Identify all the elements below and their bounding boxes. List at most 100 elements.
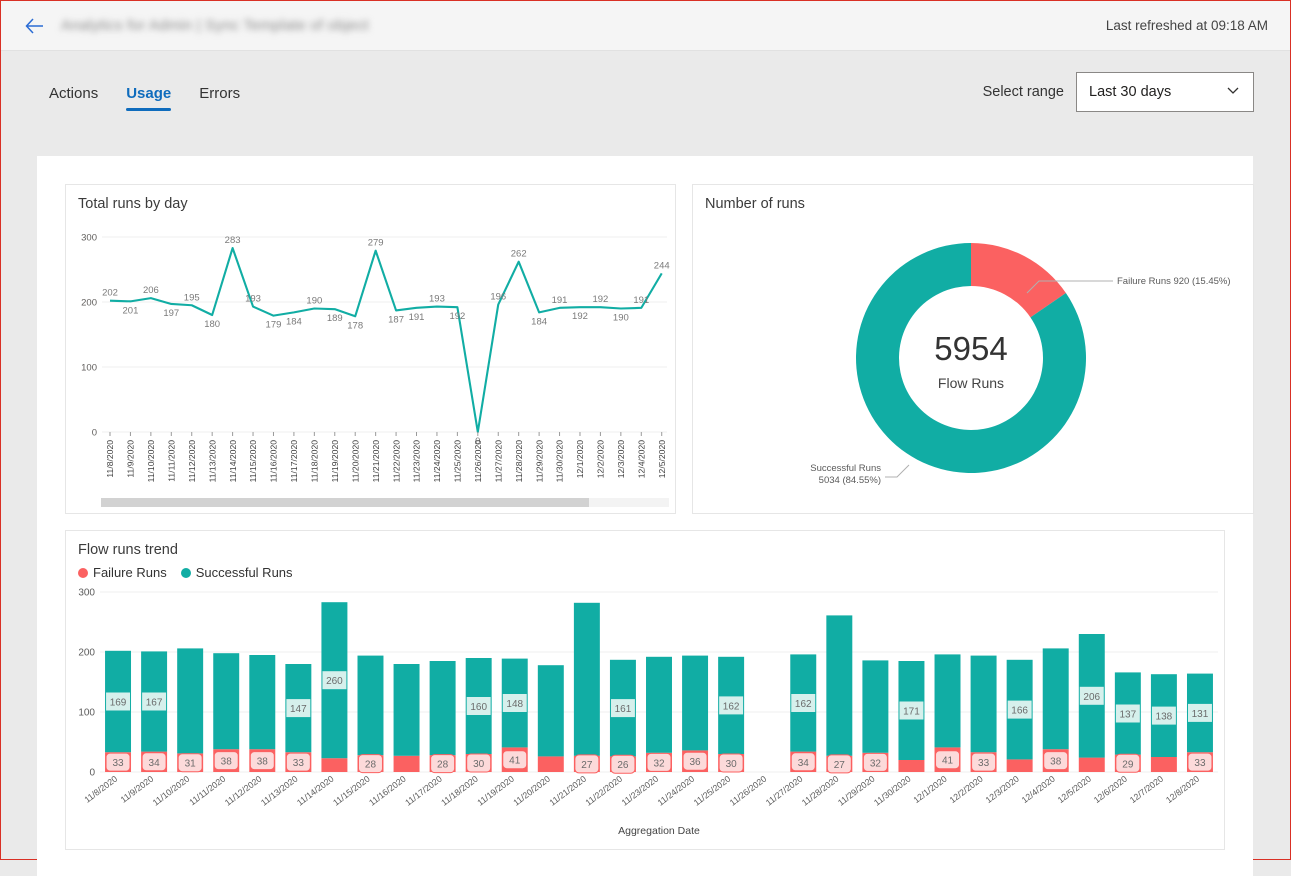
svg-text:38: 38 xyxy=(1050,757,1062,768)
svg-text:137: 137 xyxy=(1119,710,1136,721)
svg-text:184: 184 xyxy=(286,317,302,328)
svg-text:100: 100 xyxy=(81,363,97,374)
svg-text:33: 33 xyxy=(1194,758,1206,769)
tab-list: Actions Usage Errors xyxy=(37,69,252,115)
line-chart-svg[interactable]: 0 100 200 300 202 201 206 197 195 180 283 193 179 184… xyxy=(66,217,675,512)
number-of-runs-card: Number of runs 5954 Flow Runs Failure Runs… xyxy=(692,184,1254,514)
svg-text:187: 187 xyxy=(388,315,404,326)
tabs-row: Actions Usage Errors Select range Last 3… xyxy=(1,51,1290,133)
svg-text:11/14/2020: 11/14/2020 xyxy=(228,440,238,483)
svg-text:11/24/2020: 11/24/2020 xyxy=(432,440,442,483)
donut-chart-title: Number of runs xyxy=(705,196,805,212)
svg-text:11/19/2020: 11/19/2020 xyxy=(475,774,516,808)
svg-text:31: 31 xyxy=(185,759,197,770)
svg-text:11/10/2020: 11/10/2020 xyxy=(151,774,192,808)
svg-text:12/8/2020: 12/8/2020 xyxy=(1164,774,1201,806)
svg-text:131: 131 xyxy=(1192,709,1209,720)
svg-text:169: 169 xyxy=(110,698,127,709)
svg-text:38: 38 xyxy=(257,757,269,768)
svg-text:162: 162 xyxy=(723,702,740,713)
svg-text:12/2/2020: 12/2/2020 xyxy=(948,774,985,806)
svg-text:33: 33 xyxy=(293,758,305,769)
svg-text:160: 160 xyxy=(470,702,487,713)
svg-text:11/17/2020: 11/17/2020 xyxy=(289,440,299,483)
svg-text:197: 197 xyxy=(163,308,179,319)
svg-text:41: 41 xyxy=(509,756,521,767)
svg-text:12/7/2020: 12/7/2020 xyxy=(1128,774,1165,806)
svg-text:11/16/2020: 11/16/2020 xyxy=(367,774,408,808)
legend-item-successful[interactable]: Successful Runs xyxy=(180,565,293,581)
svg-text:11/27/2020: 11/27/2020 xyxy=(764,774,805,808)
svg-text:147: 147 xyxy=(290,704,307,715)
svg-text:27: 27 xyxy=(834,760,846,771)
svg-text:11/21/2020: 11/21/2020 xyxy=(547,774,588,808)
svg-text:190: 190 xyxy=(613,313,629,324)
svg-text:Aggregation Date: Aggregation Date xyxy=(618,825,700,837)
svg-text:11/23/2020: 11/23/2020 xyxy=(412,440,422,483)
svg-text:5034 (84.55%): 5034 (84.55%) xyxy=(819,475,881,486)
svg-text:12/3/2020: 12/3/2020 xyxy=(984,774,1021,806)
svg-text:279: 279 xyxy=(368,238,384,249)
svg-text:192: 192 xyxy=(572,312,588,323)
range-dropdown[interactable]: Last 30 days xyxy=(1076,72,1254,112)
svg-text:11/21/2020: 11/21/2020 xyxy=(371,440,381,483)
tab-errors[interactable]: Errors xyxy=(187,86,252,115)
range-picker: Select range Last 30 days xyxy=(983,72,1254,112)
select-range-label: Select range xyxy=(982,84,1064,100)
svg-text:11/8/2020: 11/8/2020 xyxy=(105,440,115,478)
svg-text:192: 192 xyxy=(449,312,465,323)
svg-text:202: 202 xyxy=(102,288,118,299)
donut-chart-svg[interactable]: 5954 Flow Runs Failure Runs 920 (15.45%) Su… xyxy=(693,213,1253,513)
svg-text:Flow Runs: Flow Runs xyxy=(938,375,1004,391)
svg-text:11/16/2020: 11/16/2020 xyxy=(269,440,279,483)
svg-text:206: 206 xyxy=(1083,692,1100,703)
svg-text:0: 0 xyxy=(92,428,97,439)
svg-text:11/29/2020: 11/29/2020 xyxy=(836,774,877,808)
svg-text:100: 100 xyxy=(78,708,95,719)
svg-text:262: 262 xyxy=(511,249,527,260)
svg-text:11/18/2020: 11/18/2020 xyxy=(439,774,480,808)
svg-text:200: 200 xyxy=(81,298,97,309)
svg-text:12/1/2020: 12/1/2020 xyxy=(911,774,948,806)
svg-text:189: 189 xyxy=(327,314,343,325)
svg-text:34: 34 xyxy=(798,758,810,769)
svg-text:200: 200 xyxy=(78,648,95,659)
svg-text:11/19/2020: 11/19/2020 xyxy=(330,440,340,483)
svg-text:11/23/2020: 11/23/2020 xyxy=(620,774,661,808)
svg-text:11/13/2020: 11/13/2020 xyxy=(259,774,300,808)
top-bar: Analytics for Admin | Sync Template of o… xyxy=(1,1,1290,51)
svg-text:11/22/2020: 11/22/2020 xyxy=(583,774,624,808)
tab-actions[interactable]: Actions xyxy=(37,86,110,115)
svg-text:28: 28 xyxy=(437,760,449,771)
svg-text:300: 300 xyxy=(81,233,97,244)
svg-text:12/4/2020: 12/4/2020 xyxy=(636,440,646,478)
svg-text:191: 191 xyxy=(552,295,568,306)
svg-text:11/15/2020: 11/15/2020 xyxy=(331,774,372,808)
svg-text:11/20/2020: 11/20/2020 xyxy=(350,440,360,483)
svg-text:11/15/2020: 11/15/2020 xyxy=(248,440,258,483)
svg-text:11/26/2020: 11/26/2020 xyxy=(728,774,769,808)
svg-text:171: 171 xyxy=(903,707,920,718)
legend-item-failure[interactable]: Failure Runs xyxy=(78,565,167,580)
svg-text:148: 148 xyxy=(506,699,523,710)
svg-text:11/9/2020: 11/9/2020 xyxy=(126,440,136,478)
svg-text:11/30/2020: 11/30/2020 xyxy=(872,774,913,808)
svg-text:190: 190 xyxy=(306,296,322,307)
line-chart-scrollbar[interactable] xyxy=(101,498,669,507)
svg-text:191: 191 xyxy=(409,312,425,323)
svg-text:11/28/2020: 11/28/2020 xyxy=(800,774,841,808)
legend-swatch-failure xyxy=(78,567,88,578)
chevron-down-icon xyxy=(1225,82,1241,102)
svg-text:11/24/2020: 11/24/2020 xyxy=(656,774,697,808)
svg-text:196: 196 xyxy=(490,292,506,303)
svg-text:260: 260 xyxy=(326,677,343,688)
tab-usage[interactable]: Usage xyxy=(114,86,183,115)
legend-label-successful: Successful Runs xyxy=(195,565,293,581)
scrollbar-thumb[interactable] xyxy=(101,498,590,507)
svg-text:162: 162 xyxy=(795,699,812,710)
back-button[interactable] xyxy=(17,9,51,43)
page-title: Analytics for Admin | Sync Template of o… xyxy=(61,17,369,34)
svg-text:29: 29 xyxy=(1122,760,1134,771)
bar-chart-svg[interactable]: 0 100 200 300 33 169 34 167 31 38 38 33 147 260 28 28 30… xyxy=(66,580,1224,848)
svg-text:11/18/2020: 11/18/2020 xyxy=(310,440,320,483)
